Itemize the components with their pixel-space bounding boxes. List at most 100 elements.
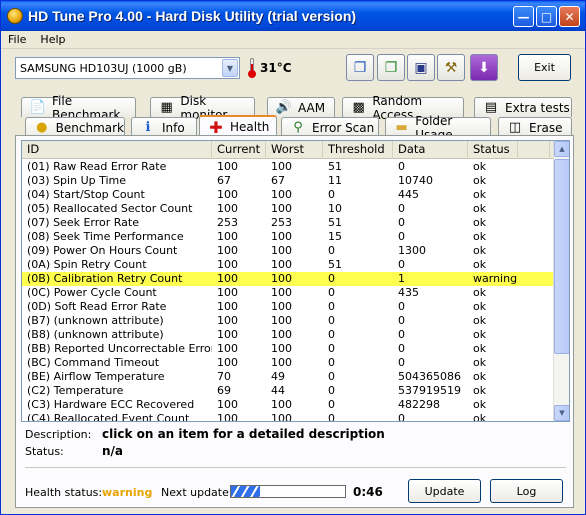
cell-data: 445 — [398, 188, 419, 201]
cell-current: 100 — [217, 188, 238, 201]
table-row[interactable]: (BE) Airflow Temperature 70 49 0 504365086 ok — [22, 370, 555, 384]
copy-text-icon: ❐ — [353, 59, 367, 76]
cell-worst: 100 — [271, 160, 292, 173]
table-row[interactable]: (0C) Power Cycle Count 100 100 0 435 ok — [22, 286, 555, 300]
cell-threshold: 51 — [328, 258, 342, 271]
cell-id: (0D) Soft Read Error Rate — [27, 300, 167, 313]
column-header-threshold[interactable]: Threshold — [323, 141, 393, 159]
cell-id: (0B) Calibration Retry Count — [27, 272, 183, 285]
options-button[interactable]: ⚒ — [437, 54, 465, 81]
tab-benchmark[interactable]: ● Benchmark — [25, 117, 125, 137]
column-header-data[interactable]: Data — [393, 141, 468, 159]
cell-status: ok — [473, 300, 487, 313]
table-row[interactable]: (0B) Calibration Retry Count 100 100 0 1 warn… — [22, 272, 555, 286]
scroll-thumb[interactable] — [554, 159, 569, 354]
main-window: HD Tune Pro 4.00 - Hard Disk Utility (tr… — [0, 0, 586, 515]
tab-error-scan[interactable]: ⚲ Error Scan — [281, 117, 379, 137]
tab-disk-monitor[interactable]: ▦ Disk monitor — [150, 94, 255, 122]
exit-button[interactable]: Exit — [518, 54, 571, 81]
cell-data: 0 — [398, 314, 405, 327]
drive-selector[interactable]: SAMSUNG HD103UJ (1000 gB) ▼ — [15, 57, 240, 79]
minimize-button[interactable]: — — [513, 6, 534, 27]
cell-current: 100 — [217, 328, 238, 341]
folder-icon: ▬ — [395, 120, 408, 135]
cell-status: warning — [473, 272, 518, 285]
cell-data: 504365086 — [398, 370, 461, 383]
cell-worst: 100 — [271, 286, 292, 299]
cell-data: 0 — [398, 356, 405, 369]
wrench-icon: ⚒ — [444, 59, 458, 76]
cell-threshold: 15 — [328, 230, 342, 243]
table-row[interactable]: (C2) Temperature 69 44 0 537919519 ok — [22, 384, 555, 398]
maximize-button[interactable]: □ — [536, 6, 557, 27]
column-header-status[interactable]: Status — [468, 141, 518, 159]
close-button[interactable]: ✕ — [559, 6, 580, 27]
window-controls: — □ ✕ — [513, 6, 580, 27]
cell-threshold: 11 — [328, 174, 342, 187]
table-row[interactable]: (09) Power On Hours Count 100 100 0 1300 ok — [22, 244, 555, 258]
cell-status: ok — [473, 188, 487, 201]
tab-label: Benchmark — [55, 120, 124, 135]
magnifier-icon: ⚲ — [293, 120, 303, 135]
update-button[interactable]: Update — [408, 479, 481, 503]
tab-file-benchmark[interactable]: 📄 File Benchmark — [21, 94, 136, 122]
health-panel: ID Current Worst Threshold Data Status (… — [15, 135, 574, 508]
cell-status: ok — [473, 174, 487, 187]
cell-threshold: 0 — [328, 398, 335, 411]
table-row[interactable]: (08) Seek Time Performance 100 100 15 0 ok — [22, 230, 555, 244]
tab-label: Health — [230, 120, 270, 134]
tab-health[interactable]: ✚ Health — [199, 115, 277, 137]
tab-label: Erase — [529, 120, 563, 135]
table-row[interactable]: (C3) Hardware ECC Recovered 100 100 0 482298… — [22, 398, 555, 412]
divider — [25, 467, 566, 468]
log-button[interactable]: Log — [490, 479, 563, 503]
scroll-down-button[interactable]: ▼ — [554, 405, 569, 421]
cell-threshold: 51 — [328, 216, 342, 229]
app-icon — [7, 8, 23, 24]
table-row[interactable]: (07) Seek Error Rate 253 253 51 0 ok — [22, 216, 555, 230]
menu-help[interactable]: Help — [33, 31, 72, 48]
cell-id: (03) Spin Up Time — [27, 174, 127, 187]
download-arrow-icon: ⬇ — [478, 59, 490, 76]
table-row[interactable]: (03) Spin Up Time 67 67 11 10740 ok — [22, 174, 555, 188]
cell-threshold: 0 — [328, 272, 335, 285]
cell-status: ok — [473, 244, 487, 257]
cell-status: ok — [473, 286, 487, 299]
cell-worst: 100 — [271, 258, 292, 271]
table-row[interactable]: (C4) Reallocated Event Count 100 100 0 0 ok — [22, 412, 555, 421]
smart-attributes-table[interactable]: ID Current Worst Threshold Data Status (… — [21, 140, 570, 422]
tab-aam[interactable]: 🔊 AAM — [267, 97, 335, 117]
next-update-label: Next update: — [161, 486, 233, 499]
copy-text-button[interactable]: ❐ — [346, 54, 374, 81]
cell-status: ok — [473, 216, 487, 229]
tabs-bottom-row: ● Benchmark ℹ Info ✚ Health ⚲ Error Scan… — [1, 114, 586, 142]
save-button[interactable]: ▣ — [407, 54, 435, 81]
tab-info[interactable]: ℹ Info — [131, 117, 197, 137]
cell-current: 69 — [217, 384, 231, 397]
table-row[interactable]: (0D) Soft Read Error Rate 100 100 0 0 ok — [22, 300, 555, 314]
table-row[interactable]: (0A) Spin Retry Count 100 100 51 0 ok — [22, 258, 555, 272]
tab-erase[interactable]: ◫ Erase — [498, 117, 572, 137]
table-row[interactable]: (04) Start/Stop Count 100 100 0 445 ok — [22, 188, 555, 202]
table-row[interactable]: (B7) (unknown attribute) 100 100 0 0 ok — [22, 314, 555, 328]
table-row[interactable]: (01) Raw Read Error Rate 100 100 51 0 ok — [22, 160, 555, 174]
download-button[interactable]: ⬇ — [470, 54, 498, 81]
table-row[interactable]: (05) Reallocated Sector Count 100 100 10 0 ok — [22, 202, 555, 216]
scroll-up-button[interactable]: ▲ — [554, 141, 569, 157]
vertical-scrollbar[interactable]: ▲ ▼ — [553, 141, 569, 421]
chevron-down-icon[interactable]: ▼ — [222, 59, 238, 77]
cell-current: 100 — [217, 398, 238, 411]
cell-data: 537919519 — [398, 384, 461, 397]
column-header-id[interactable]: ID — [22, 141, 212, 159]
tab-label: Error Scan — [312, 120, 375, 135]
cell-data: 482298 — [398, 398, 440, 411]
column-header-worst[interactable]: Worst — [266, 141, 323, 159]
table-row[interactable]: (B8) (unknown attribute) 100 100 0 0 ok — [22, 328, 555, 342]
table-row[interactable]: (BC) Command Timeout 100 100 0 0 ok — [22, 356, 555, 370]
column-header-current[interactable]: Current — [212, 141, 266, 159]
copy-image-button[interactable]: ❐ — [377, 54, 405, 81]
tab-folder-usage[interactable]: ▬ Folder Usage — [385, 114, 491, 142]
title-bar[interactable]: HD Tune Pro 4.00 - Hard Disk Utility (tr… — [1, 1, 585, 31]
table-row[interactable]: (BB) Reported Uncorrectable Errors 100 100… — [22, 342, 555, 356]
menu-file[interactable]: File — [1, 31, 33, 48]
